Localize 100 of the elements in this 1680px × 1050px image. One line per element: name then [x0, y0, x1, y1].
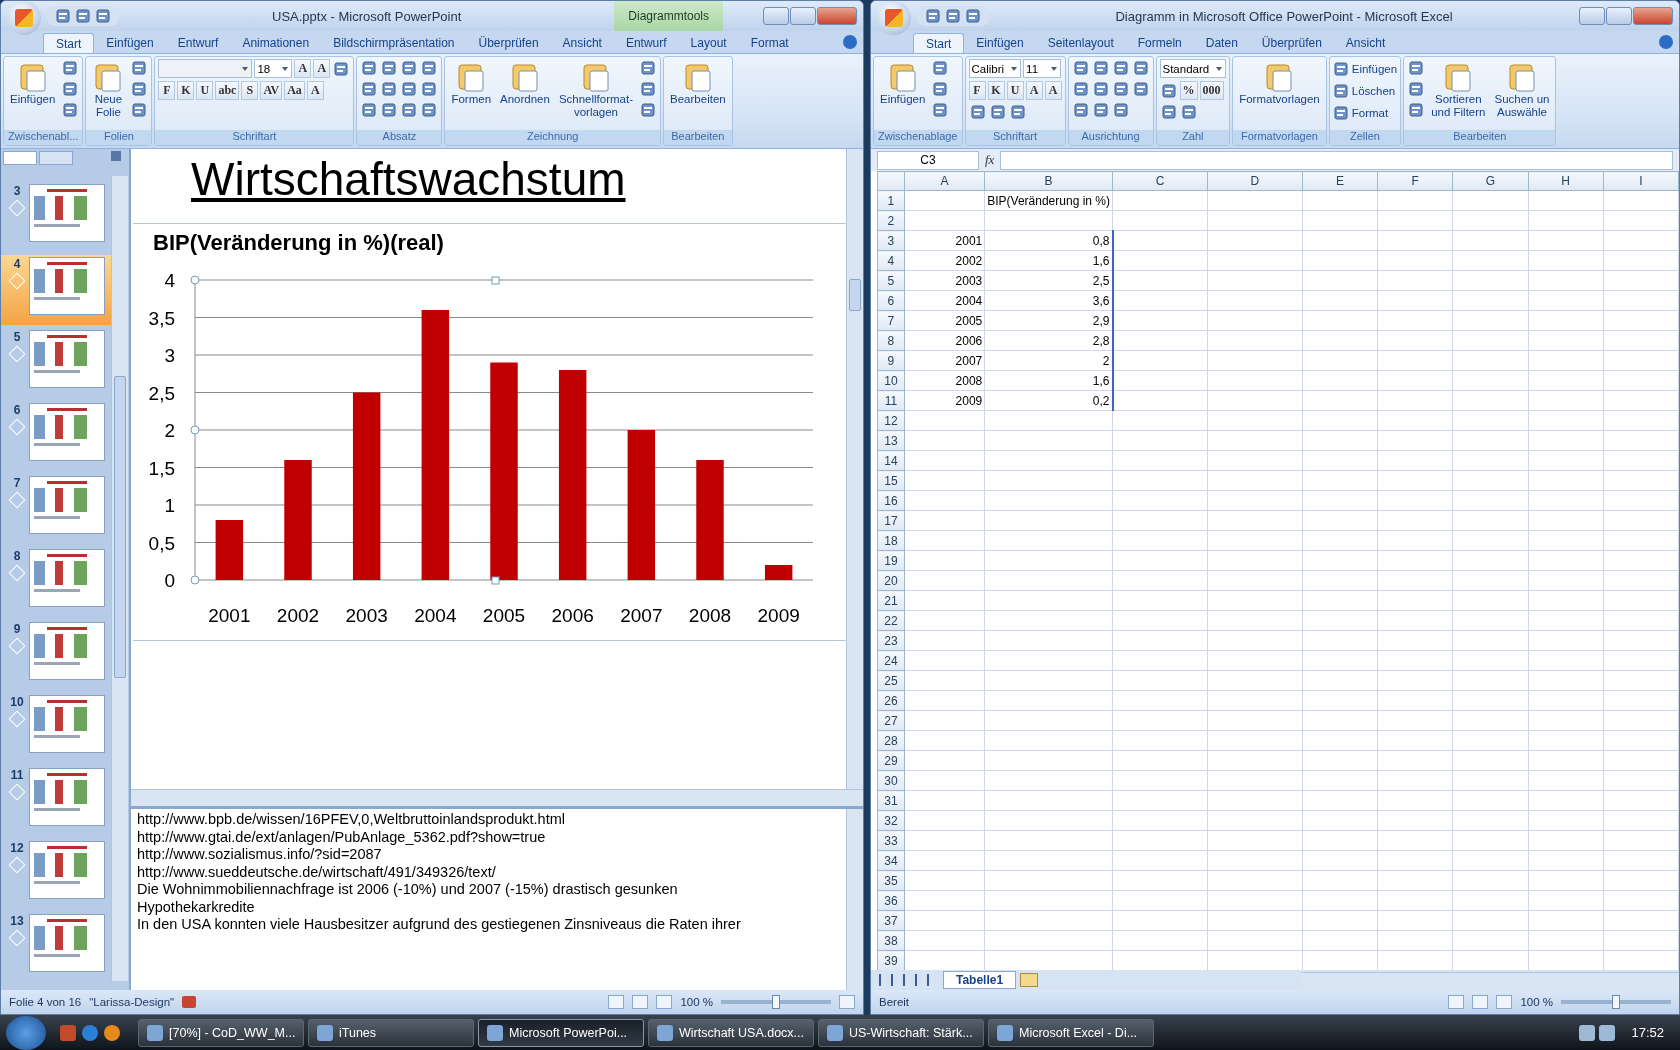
row-header[interactable]: 18	[877, 530, 905, 551]
ribbon-button[interactable]: Einfügen	[1332, 59, 1398, 78]
toolbar-button[interactable]: U	[196, 81, 214, 100]
tool-icon[interactable]	[1332, 60, 1349, 77]
ribbon-tab[interactable]: Einfügen	[94, 33, 166, 53]
toolbar-button[interactable]: K	[987, 81, 1005, 100]
scrollbar[interactable]	[846, 809, 863, 990]
tool-icon[interactable]	[989, 104, 1006, 120]
tool-icon[interactable]	[1132, 81, 1149, 97]
taskbar-button[interactable]: Microsoft Excel - Di...	[988, 1018, 1154, 1047]
tool-icon[interactable]	[1408, 60, 1425, 76]
tool-icon[interactable]	[1092, 81, 1109, 97]
tool-icon[interactable]	[421, 60, 438, 76]
sheet-tab[interactable]: Tabelle1	[943, 971, 1017, 989]
row-header[interactable]: 38	[877, 930, 905, 951]
row-header[interactable]: 16	[877, 490, 905, 511]
slider-thumb[interactable]	[772, 995, 780, 1009]
tool-icon[interactable]	[1332, 82, 1349, 99]
row-header[interactable]: 22	[877, 610, 905, 631]
formula-field[interactable]	[1000, 150, 1673, 170]
ribbon-button[interactable]: Sortieren und Filtern	[1428, 59, 1489, 121]
start-button[interactable]	[6, 1015, 46, 1050]
slide-list-item[interactable]: 11	[1, 765, 111, 836]
minimize-button[interactable]	[1579, 7, 1605, 25]
tool-icon[interactable]	[1072, 81, 1089, 97]
row-header[interactable]: 9	[877, 350, 905, 371]
ribbon-tab[interactable]: Ansicht	[550, 33, 614, 53]
dropdown-field[interactable]: 11	[1023, 59, 1062, 78]
ribbon-tab[interactable]: Daten	[1193, 33, 1250, 53]
row-header[interactable]: 3	[877, 230, 905, 251]
taskbar-button[interactable]: [70%] - CoD_WW_M...	[138, 1018, 304, 1047]
row-header[interactable]: 26	[877, 690, 905, 711]
tool-icon[interactable]	[361, 102, 378, 118]
tool-icon[interactable]	[401, 102, 418, 118]
row-header[interactable]: 21	[877, 590, 905, 611]
row-header[interactable]: 1	[877, 190, 905, 211]
row-header[interactable]: 32	[877, 810, 905, 831]
tool-icon[interactable]	[1180, 104, 1197, 120]
slide-list-item[interactable]: 9	[1, 619, 111, 690]
office-button[interactable]	[877, 1, 911, 35]
row-header[interactable]: 7	[877, 310, 905, 331]
ribbon-button[interactable]: Formatvorlagen	[1236, 59, 1323, 108]
row-header[interactable]: 23	[877, 630, 905, 651]
row-header[interactable]: 30	[877, 770, 905, 791]
toolbar-button[interactable]: A	[313, 59, 331, 78]
slide-list-item[interactable]: 6	[1, 400, 111, 471]
row-header[interactable]: 8	[877, 330, 905, 351]
tool-icon[interactable]	[1160, 82, 1177, 99]
dropdown-field[interactable]: Calibri	[968, 59, 1022, 78]
ribbon-tab[interactable]: Start	[43, 33, 95, 53]
tool-icon[interactable]	[421, 81, 438, 97]
toolbar-button[interactable]: F	[158, 81, 176, 100]
office-button[interactable]	[7, 1, 41, 35]
ribbon-button[interactable]: Suchen un Auswähle	[1491, 59, 1553, 121]
ribbon-tab[interactable]: Seitenlayout	[1035, 33, 1126, 53]
ribbon-button[interactable]: Format	[1332, 103, 1398, 122]
slide-list-item[interactable]: 8	[1, 546, 111, 617]
ribbon-tab[interactable]: Start	[913, 33, 965, 53]
tool-icon[interactable]	[1072, 60, 1089, 76]
taskbar-button[interactable]: US-Wirtschaft: Stärk...	[818, 1018, 984, 1047]
scrollbar[interactable]	[131, 789, 863, 806]
tool-icon[interactable]	[62, 81, 79, 97]
tool-icon[interactable]	[1092, 102, 1109, 118]
tool-icon[interactable]	[969, 104, 986, 120]
column-header[interactable]: I	[1603, 171, 1679, 191]
tool-icon[interactable]	[401, 81, 418, 97]
maximize-button[interactable]	[1606, 7, 1632, 25]
tool-icon[interactable]	[1112, 60, 1129, 76]
row-header[interactable]: 24	[877, 650, 905, 671]
tool-icon[interactable]	[381, 102, 398, 118]
taskbar-button[interactable]: Wirtschaft USA.docx...	[648, 1018, 814, 1047]
function-icon[interactable]: fx	[985, 152, 995, 168]
toolbar-button[interactable]: A	[1025, 81, 1043, 100]
row-header[interactable]: 25	[877, 670, 905, 691]
ribbon-button[interactable]: Neue Folie	[89, 59, 128, 121]
row-header[interactable]: 10	[877, 370, 905, 391]
ribbon-tab[interactable]: Einfügen	[964, 33, 1036, 53]
tool-icon[interactable]	[1092, 60, 1109, 76]
slides-tab[interactable]	[3, 151, 37, 165]
column-header[interactable]: A	[904, 171, 985, 191]
row-header[interactable]: 2	[877, 210, 905, 231]
tool-icon[interactable]	[1332, 104, 1349, 121]
row-header[interactable]: 5	[877, 270, 905, 291]
ribbon-tab[interactable]: Entwurf	[613, 33, 679, 53]
row-header[interactable]: 15	[877, 470, 905, 491]
tool-icon[interactable]	[1160, 104, 1177, 120]
tool-icon[interactable]	[361, 60, 378, 76]
toolbar-button[interactable]: K	[177, 81, 195, 100]
slide-list-item[interactable]: 5	[1, 327, 111, 398]
slide-list-item[interactable]: 10	[1, 692, 111, 763]
row-header[interactable]: 37	[877, 910, 905, 931]
minimize-button[interactable]	[763, 7, 789, 25]
maximize-button[interactable]	[790, 7, 816, 25]
tool-icon[interactable]	[1112, 102, 1129, 118]
column-header[interactable]: H	[1528, 171, 1604, 191]
slide-list-item[interactable]: 3	[1, 181, 111, 252]
tool-icon[interactable]	[333, 60, 350, 77]
toolbar-button[interactable]: %	[1179, 81, 1198, 100]
row-header[interactable]: 17	[877, 510, 905, 531]
column-header[interactable]: E	[1302, 171, 1378, 191]
